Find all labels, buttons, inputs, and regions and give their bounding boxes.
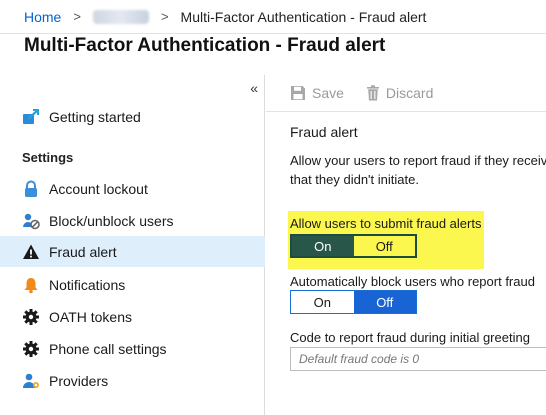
page-title: Multi-Factor Authentication - Fraud aler… [24, 35, 386, 56]
sidebar-section-settings: Settings [22, 150, 74, 165]
allow-fraud-alerts-toggle[interactable]: On Off [290, 234, 417, 258]
breadcrumb-current: Multi-Factor Authentication - Fraud aler… [180, 8, 427, 25]
sidebar: « Getting started Settings Account locko… [0, 75, 265, 415]
auto-block-off[interactable]: Off [353, 291, 416, 313]
toolbar: Save Discard [266, 75, 546, 112]
fraud-code-input[interactable] [290, 347, 546, 371]
auto-block-toggle[interactable]: On Off [290, 290, 417, 314]
sidebar-item-notifications[interactable]: Notifications [0, 269, 265, 300]
discard-button[interactable]: Discard [366, 85, 433, 101]
sidebar-item-label: Getting started [49, 108, 141, 125]
sidebar-item-providers[interactable]: Providers [0, 365, 265, 396]
sidebar-item-label: Phone call settings [49, 340, 167, 357]
section-title: Fraud alert [290, 124, 358, 140]
auto-block-on[interactable]: On [291, 291, 354, 313]
breadcrumb-home-link[interactable]: Home [24, 9, 61, 25]
breadcrumb-redacted-tenant[interactable] [92, 9, 149, 24]
sidebar-item-block-unblock-users[interactable]: Block/unblock users [0, 205, 265, 236]
breadcrumb: Home > > Multi-Factor Authentication - F… [0, 0, 546, 34]
auto-block-label: Automatically block users who report fra… [290, 274, 535, 289]
discard-label: Discard [385, 85, 434, 101]
sidebar-item-phone-call-settings[interactable]: Phone call settings [0, 333, 265, 364]
sidebar-item-account-lockout[interactable]: Account lockout [0, 173, 265, 204]
allow-fraud-alerts-on[interactable]: On [292, 236, 354, 256]
getting-started-icon [22, 108, 40, 126]
sidebar-item-getting-started[interactable]: Getting started [0, 101, 265, 132]
sidebar-item-oath-tokens[interactable]: OATH tokens [0, 301, 265, 332]
sidebar-item-label: Fraud alert [49, 243, 117, 260]
chevron-right-icon: > [73, 9, 81, 24]
sidebar-item-label: Providers [49, 372, 109, 389]
description-line-1: Allow your users to report fraud if they… [290, 153, 546, 168]
chevron-right-icon: > [160, 9, 169, 24]
description-line-2: that they didn't initiate. [290, 172, 419, 187]
warning-icon [22, 243, 40, 261]
section-description: Allow your users to report fraud if they… [290, 151, 546, 189]
save-button[interactable]: Save [290, 85, 344, 101]
providers-icon [22, 372, 40, 390]
trash-icon [366, 85, 379, 101]
bell-icon [22, 276, 40, 294]
allow-fraud-alerts-label: Allow users to submit fraud alerts [290, 216, 482, 231]
allow-fraud-alerts-off[interactable]: Off [353, 236, 415, 256]
gear-icon [22, 340, 40, 358]
sidebar-item-label: Account lockout [49, 180, 148, 197]
lock-icon [22, 180, 40, 198]
block-users-icon [22, 212, 40, 230]
gear-icon [22, 308, 40, 326]
save-icon [291, 86, 305, 100]
sidebar-item-fraud-alert[interactable]: Fraud alert [0, 236, 265, 267]
sidebar-item-label: Notifications [49, 276, 126, 293]
save-label: Save [312, 85, 344, 101]
fraud-code-label: Code to report fraud during initial gree… [290, 330, 530, 345]
collapse-sidebar-icon[interactable]: « [250, 80, 258, 96]
sidebar-item-label: Block/unblock users [49, 212, 174, 229]
sidebar-item-label: OATH tokens [49, 308, 132, 325]
main-panel: Save Discard Fraud alert Allow your user… [266, 75, 546, 415]
